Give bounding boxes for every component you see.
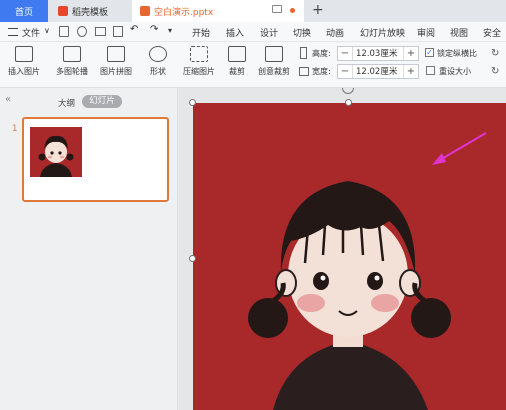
chevron-down-icon[interactable]: ∨ — [44, 26, 50, 35]
menu-insert[interactable]: 插入 — [226, 26, 244, 39]
thumbnail-girl-illustration — [38, 135, 74, 177]
insert-picture-button[interactable]: 插入图片 — [6, 46, 42, 77]
height-decrease-icon[interactable]: − — [338, 48, 352, 59]
crop-label: 裁剪 — [229, 67, 245, 76]
slide-picture[interactable] — [193, 103, 506, 410]
tab-home[interactable]: 首页 — [0, 0, 48, 22]
width-stepper[interactable]: − 12.02厘米 + — [337, 64, 419, 79]
crop-button[interactable]: 裁剪 — [226, 46, 248, 77]
compress-picture-button[interactable]: 压缩图片 — [181, 46, 217, 77]
tab-document-label: 空白演示.pptx — [154, 7, 214, 18]
menu-view[interactable]: 视图 — [450, 26, 468, 39]
shape-button[interactable]: 形状 — [146, 46, 170, 77]
height-label: 高度: — [312, 49, 331, 58]
compress-icon — [190, 46, 208, 62]
rotate-handle-icon[interactable] — [342, 88, 354, 94]
resize-handle-top[interactable] — [345, 99, 352, 106]
rotate-more-icon[interactable]: ↻ — [491, 66, 499, 77]
insert-picture-label: 插入图片 — [8, 67, 40, 76]
collage-icon — [107, 46, 125, 62]
redo-icon[interactable]: ↷ — [150, 24, 158, 35]
ppt-file-icon — [140, 6, 150, 16]
undo-icon[interactable]: ↶ — [130, 24, 138, 35]
height-icon — [300, 47, 307, 59]
width-increase-icon[interactable]: + — [404, 66, 418, 77]
save-icon[interactable] — [59, 26, 69, 37]
hamburger-menu-icon[interactable] — [8, 28, 18, 36]
new-tab-plus-icon[interactable]: + — [312, 2, 324, 18]
collapse-pane-icon[interactable]: « — [5, 94, 11, 105]
tab-home-label: 首页 — [14, 7, 33, 18]
width-decrease-icon[interactable]: − — [338, 66, 352, 77]
daoke-logo-icon — [58, 6, 68, 16]
tab-document[interactable]: 空白演示.pptx — [132, 0, 304, 22]
menu-start[interactable]: 开始 — [192, 26, 210, 39]
menu-design[interactable]: 设计 — [260, 26, 278, 39]
multi-outline-button[interactable]: 多图轮播 — [52, 46, 92, 77]
monitor-icon[interactable] — [272, 5, 282, 13]
shape-icon — [149, 46, 167, 62]
compress-picture-label: 压缩图片 — [183, 67, 215, 76]
menu-review[interactable]: 审阅 — [417, 26, 435, 39]
picture-icon — [15, 46, 33, 62]
width-input[interactable]: 12.02厘米 — [352, 65, 404, 78]
height-increase-icon[interactable]: + — [404, 48, 418, 59]
slide-number: 1 — [12, 124, 18, 134]
annotation-arrow-icon — [432, 132, 487, 165]
shape-label: 形状 — [150, 67, 166, 76]
tab-templates[interactable]: 稻壳模板 — [50, 0, 130, 22]
menu-animation[interactable]: 动画 — [326, 26, 344, 39]
height-input[interactable]: 12.03厘米 — [352, 47, 404, 60]
width-label: 宽度: — [312, 67, 331, 76]
menu-bar: 文件 ∨ ↶ ↷ ▾ 开始 插入 设计 切换 动画 幻灯片放映 审阅 视图 安全 — [0, 22, 506, 42]
slide-canvas — [179, 88, 506, 410]
slide-thumbnail[interactable] — [22, 117, 169, 202]
quick-access-dropdown-icon[interactable]: ▾ — [168, 26, 172, 35]
crop-icon — [228, 46, 246, 62]
resize-handle-left[interactable] — [189, 255, 196, 262]
creative-crop-icon — [265, 46, 283, 62]
outline-tab[interactable]: 大纲 — [58, 97, 75, 109]
slide-thumbnail-pane: « 大纲 幻灯片 1 — [0, 88, 178, 410]
menu-file[interactable]: 文件 — [22, 26, 40, 39]
menu-security[interactable]: 安全 — [483, 26, 501, 39]
print-preview-icon[interactable] — [113, 26, 123, 37]
lock-ratio-checkbox[interactable]: ✓ — [425, 48, 434, 57]
export-pdf-icon[interactable] — [77, 26, 87, 37]
reset-size-icon[interactable] — [426, 66, 435, 75]
tab-templates-label: 稻壳模板 — [72, 7, 109, 18]
resize-handle-top-left[interactable] — [189, 99, 196, 106]
lock-ratio-label: 锁定纵横比 — [437, 49, 477, 58]
slides-tab[interactable]: 幻灯片 — [82, 95, 122, 108]
picture-collage-button[interactable]: 图片拼图 — [96, 46, 136, 77]
print-icon[interactable] — [95, 27, 106, 36]
unsaved-dot-icon[interactable] — [290, 8, 295, 13]
thumbnail-picture — [30, 127, 82, 177]
picture-collage-label: 图片拼图 — [100, 67, 132, 76]
rotate-icon[interactable]: ↻ — [491, 48, 499, 59]
picture-toolbar: 插入图片 多图轮播 图片拼图 形状 压缩图片 裁剪 创意裁剪 高度: − 12.… — [0, 42, 506, 88]
menu-transition[interactable]: 切换 — [293, 26, 311, 39]
multi-outline-label: 多图轮播 — [56, 67, 88, 76]
tab-bar: 首页 稻壳模板 空白演示.pptx + — [0, 0, 506, 22]
creative-crop-button[interactable]: 创意裁剪 — [253, 46, 295, 77]
reset-size-button[interactable]: 重设大小 — [439, 66, 471, 77]
menu-slideshow[interactable]: 幻灯片放映 — [360, 26, 405, 39]
width-icon — [299, 67, 309, 76]
carousel-icon — [63, 46, 81, 62]
creative-crop-label: 创意裁剪 — [258, 67, 290, 76]
height-stepper[interactable]: − 12.03厘米 + — [337, 46, 419, 61]
